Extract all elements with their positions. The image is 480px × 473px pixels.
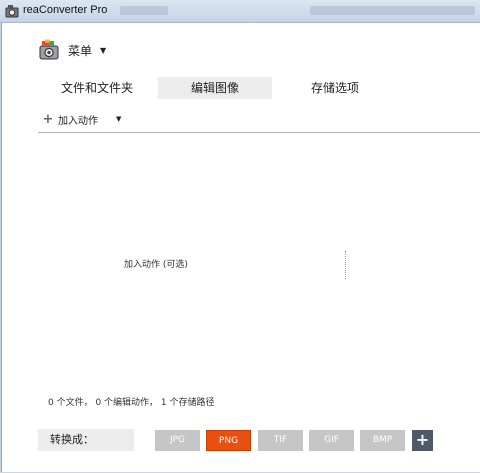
app-icon: [5, 5, 19, 18]
actions-area[interactable]: [38, 134, 480, 384]
plus-icon: +: [42, 111, 54, 127]
main-tabs: 文件和文件夹 编辑图像 存储选项: [38, 77, 446, 99]
dotted-separator: [345, 251, 346, 279]
format-button-gif[interactable]: GIF: [309, 430, 354, 451]
add-action-button[interactable]: + 加入动作 ▼: [42, 111, 122, 127]
format-button-jpg[interactable]: JPG: [155, 430, 200, 451]
blurred-title-region: [310, 6, 475, 15]
menu-label: 菜单: [68, 43, 93, 58]
toolbar-divider: [38, 132, 480, 133]
window-title: reaConverter Pro: [23, 4, 108, 16]
format-button-bmp[interactable]: BMP: [360, 430, 405, 451]
tab-edit-images[interactable]: 编辑图像: [158, 77, 272, 99]
format-button-tif[interactable]: TIF: [258, 430, 303, 451]
tab-files-and-folders[interactable]: 文件和文件夹: [38, 77, 156, 99]
convert-to-label: 转换成：: [38, 429, 134, 451]
status-text: 0 个文件， 0 个编辑动作， 1 个存储路径: [48, 398, 215, 408]
menu-button[interactable]: 菜单 ▼: [38, 37, 106, 63]
blurred-title-region: [120, 6, 168, 15]
chevron-down-icon: ▼: [116, 115, 122, 123]
title-bar: reaConverter Pro: [0, 0, 480, 23]
chevron-down-icon: ▼: [100, 45, 107, 55]
app-window: 菜单 ▼ 文件和文件夹 编辑图像 存储选项 + 加入动作 ▼ 加入动作 (可选)…: [1, 23, 480, 472]
format-button-png[interactable]: PNG: [206, 430, 251, 451]
add-action-hint: 加入动作 (可选): [124, 260, 188, 270]
add-action-label: 加入动作: [58, 115, 98, 127]
add-format-button[interactable]: +: [412, 430, 433, 451]
camera-icon: [39, 39, 59, 60]
tab-saving-options[interactable]: 存储选项: [278, 77, 392, 99]
